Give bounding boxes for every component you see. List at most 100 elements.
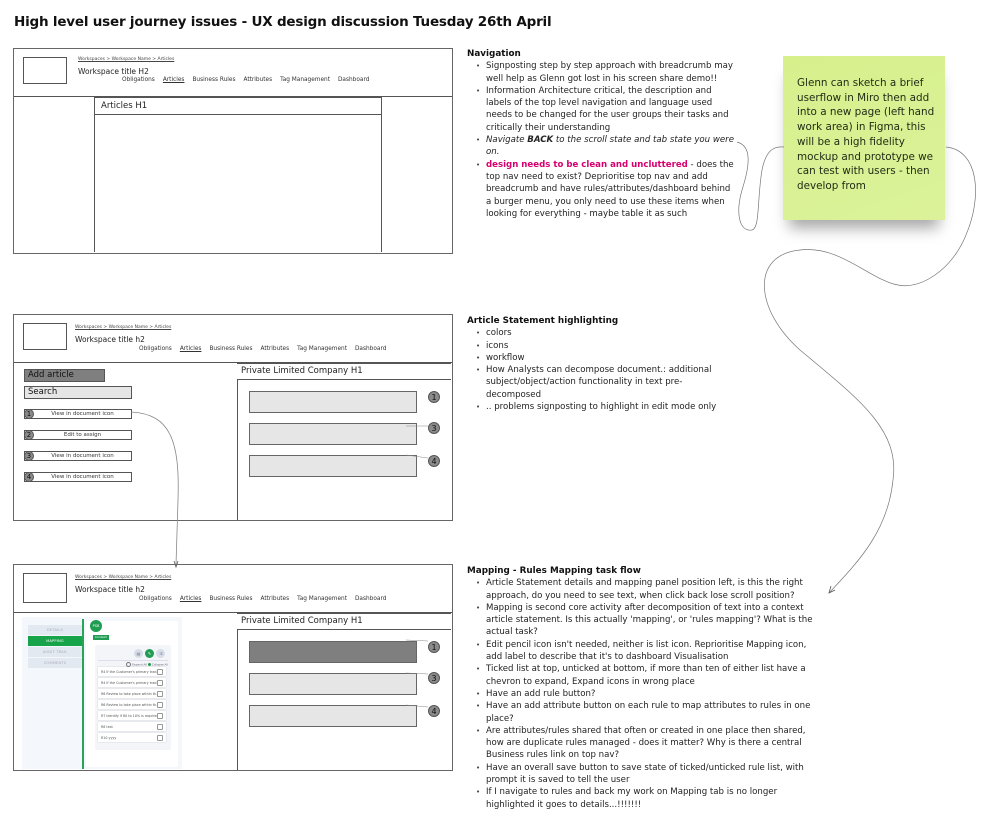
search-input[interactable]: Search [24, 386, 132, 399]
list-item[interactable]: 4 View in document icon [24, 472, 132, 482]
item-number-badge: 1 [24, 409, 34, 419]
rule-checkbox[interactable] [157, 668, 163, 675]
nav-dashboard[interactable]: Dashboard [355, 596, 386, 602]
side-tab-mapping[interactable]: MAPPING [28, 636, 82, 646]
rule-item[interactable]: R8 test [98, 722, 166, 731]
context-tag: Context [93, 635, 109, 640]
breadcrumb[interactable]: Workspaces > Workspace Name > Articles [75, 325, 171, 330]
rule-label: R10 yyyy [101, 735, 117, 740]
note-item: design needs to be clean and uncluttered… [476, 159, 737, 220]
item-number-badge: 2 [24, 430, 34, 440]
active-panel-indicator [82, 619, 84, 769]
rule-checkbox[interactable] [157, 712, 163, 719]
rule-item[interactable]: R4 If the Customer's primary trad... [98, 678, 166, 687]
breadcrumb[interactable]: Workspaces > Workspace Name > Articles [75, 575, 171, 580]
collapse-radio[interactable] [147, 663, 151, 666]
article-statement[interactable] [249, 391, 417, 413]
mapping-screenshot: DETAILS MAPPING AUDIT TRAIL COMMENTS PSB… [22, 617, 182, 769]
nav-dashboard[interactable]: Dashboard [338, 77, 369, 83]
rule-item[interactable]: R6 Review to take place within th... [98, 689, 166, 698]
wireframe-header: Workspaces > Workspace Name > Articles W… [14, 565, 452, 613]
avatar: PSB [90, 620, 102, 632]
statement-badge: 4 [428, 455, 440, 467]
workspace-title: Workspace title H2 [78, 67, 149, 76]
list-item[interactable]: 3 View in document icon [24, 451, 132, 461]
rule-checkbox[interactable] [157, 734, 163, 741]
nav-business-rules[interactable]: Business Rules [192, 77, 235, 83]
nav-tag-management[interactable]: Tag Management [297, 596, 347, 602]
breadcrumb[interactable]: Workspaces > Workspace Name > Articles [78, 57, 174, 62]
articles-content-area: Articles H1 [94, 97, 382, 252]
nav-business-rules[interactable]: Business Rules [209, 346, 252, 352]
nav-tag-management[interactable]: Tag Management [297, 346, 347, 352]
top-nav: Obligations Articles Business Rules Attr… [122, 77, 369, 83]
expand-all-label[interactable]: Expand All [132, 663, 147, 667]
articles-heading: Articles H1 [95, 98, 381, 115]
nav-attributes[interactable]: Attributes [261, 346, 290, 352]
rule-checkbox[interactable] [157, 701, 163, 708]
note-item: Information Architecture critical, the d… [476, 85, 737, 134]
rule-item[interactable]: R7 Identify if 80 to 10% is required [98, 711, 166, 720]
nav-tag-management[interactable]: Tag Management [280, 77, 330, 83]
collapse-all-label[interactable]: Collapse All [152, 663, 168, 667]
article-statement[interactable] [249, 423, 417, 445]
panel-heading-box: Private Limited Company H1 [237, 613, 451, 630]
nav-articles[interactable]: Articles [180, 596, 202, 602]
article-statement[interactable] [249, 455, 417, 477]
list-item-label: Edit to assign [63, 432, 102, 438]
article-statement-selected[interactable] [249, 641, 417, 663]
wireframe-header: Workspaces > Workspace Name > Articles W… [14, 49, 452, 97]
nav-articles[interactable]: Articles [163, 77, 185, 83]
nav-dashboard[interactable]: Dashboard [355, 346, 386, 352]
list-item[interactable]: 1 View in document icon [24, 409, 132, 419]
nav-attributes[interactable]: Attributes [244, 77, 273, 83]
workspace-title: Workspace title h2 [75, 585, 145, 594]
page-title: High level user journey issues - UX desi… [14, 14, 552, 30]
note-item: Have an overall save button to save stat… [476, 762, 817, 787]
note-item: If I navigate to rules and back my work … [476, 786, 817, 811]
notes-list: colors icons workflow How Analysts can d… [467, 327, 727, 413]
rule-checkbox[interactable] [157, 690, 163, 697]
rules-card: ▤ ✎ ⤨ Expand All Collapse All R4 If the … [95, 645, 171, 750]
rule-checkbox[interactable] [157, 679, 163, 686]
note-item: How Analysts can decompose document.: ad… [476, 364, 727, 401]
logo-placeholder [23, 573, 67, 603]
rule-label: R4 If the Customer's primary trad... [101, 669, 160, 674]
nav-attributes[interactable]: Attributes [261, 596, 290, 602]
sticky-note[interactable]: Glenn can sketch a brief userflow in Mir… [783, 56, 945, 220]
article-statement[interactable] [249, 705, 417, 727]
nav-obligations[interactable]: Obligations [122, 77, 155, 83]
edit-pencil-icon[interactable]: ✎ [145, 649, 154, 658]
nav-obligations[interactable]: Obligations [139, 596, 172, 602]
notes-mapping: Mapping - Rules Mapping task flow Articl… [467, 565, 817, 811]
wireframe-navigation: Workspaces > Workspace Name > Articles W… [13, 48, 453, 254]
article-statement[interactable] [249, 673, 417, 695]
add-article-button[interactable]: Add article [24, 369, 105, 382]
nav-obligations[interactable]: Obligations [139, 346, 172, 352]
item-number-badge: 3 [24, 451, 34, 461]
mapping-icon[interactable]: ⤨ [156, 649, 165, 658]
list-item-label: View in document icon [51, 411, 114, 417]
connector-arrowhead [828, 585, 836, 594]
note-item: .. problems signposting to highlight in … [476, 401, 727, 414]
side-tab-audit-trail[interactable]: AUDIT TRAIL [28, 647, 82, 657]
rule-item[interactable]: R6 Review to take place within th... [98, 700, 166, 709]
list-item[interactable]: 2 Edit to assign [24, 430, 132, 440]
note-item: colors [476, 327, 727, 340]
list-icon[interactable]: ▤ [134, 649, 143, 658]
side-tab-details[interactable]: DETAILS [28, 625, 82, 635]
nav-business-rules[interactable]: Business Rules [209, 596, 252, 602]
nav-articles[interactable]: Articles [180, 346, 202, 352]
rule-checkbox[interactable] [157, 723, 163, 730]
note-item: Have an add rule button? [476, 688, 817, 701]
rule-item[interactable]: R4 If the Customer's primary trad... [98, 667, 166, 676]
side-tab-comments[interactable]: COMMENTS [28, 658, 82, 668]
wireframe-article-highlighting: Workspaces > Workspace Name > Articles W… [13, 314, 453, 521]
statement-badge: 3 [428, 422, 440, 434]
note-item: icons [476, 340, 727, 353]
notes-heading: Article Statement highlighting [467, 316, 619, 326]
notes-highlighting: Article Statement highlighting colors ic… [467, 315, 727, 414]
note-italic: Navigate [486, 135, 528, 146]
logo-placeholder [23, 323, 67, 350]
rule-item[interactable]: R10 yyyy [98, 733, 166, 742]
